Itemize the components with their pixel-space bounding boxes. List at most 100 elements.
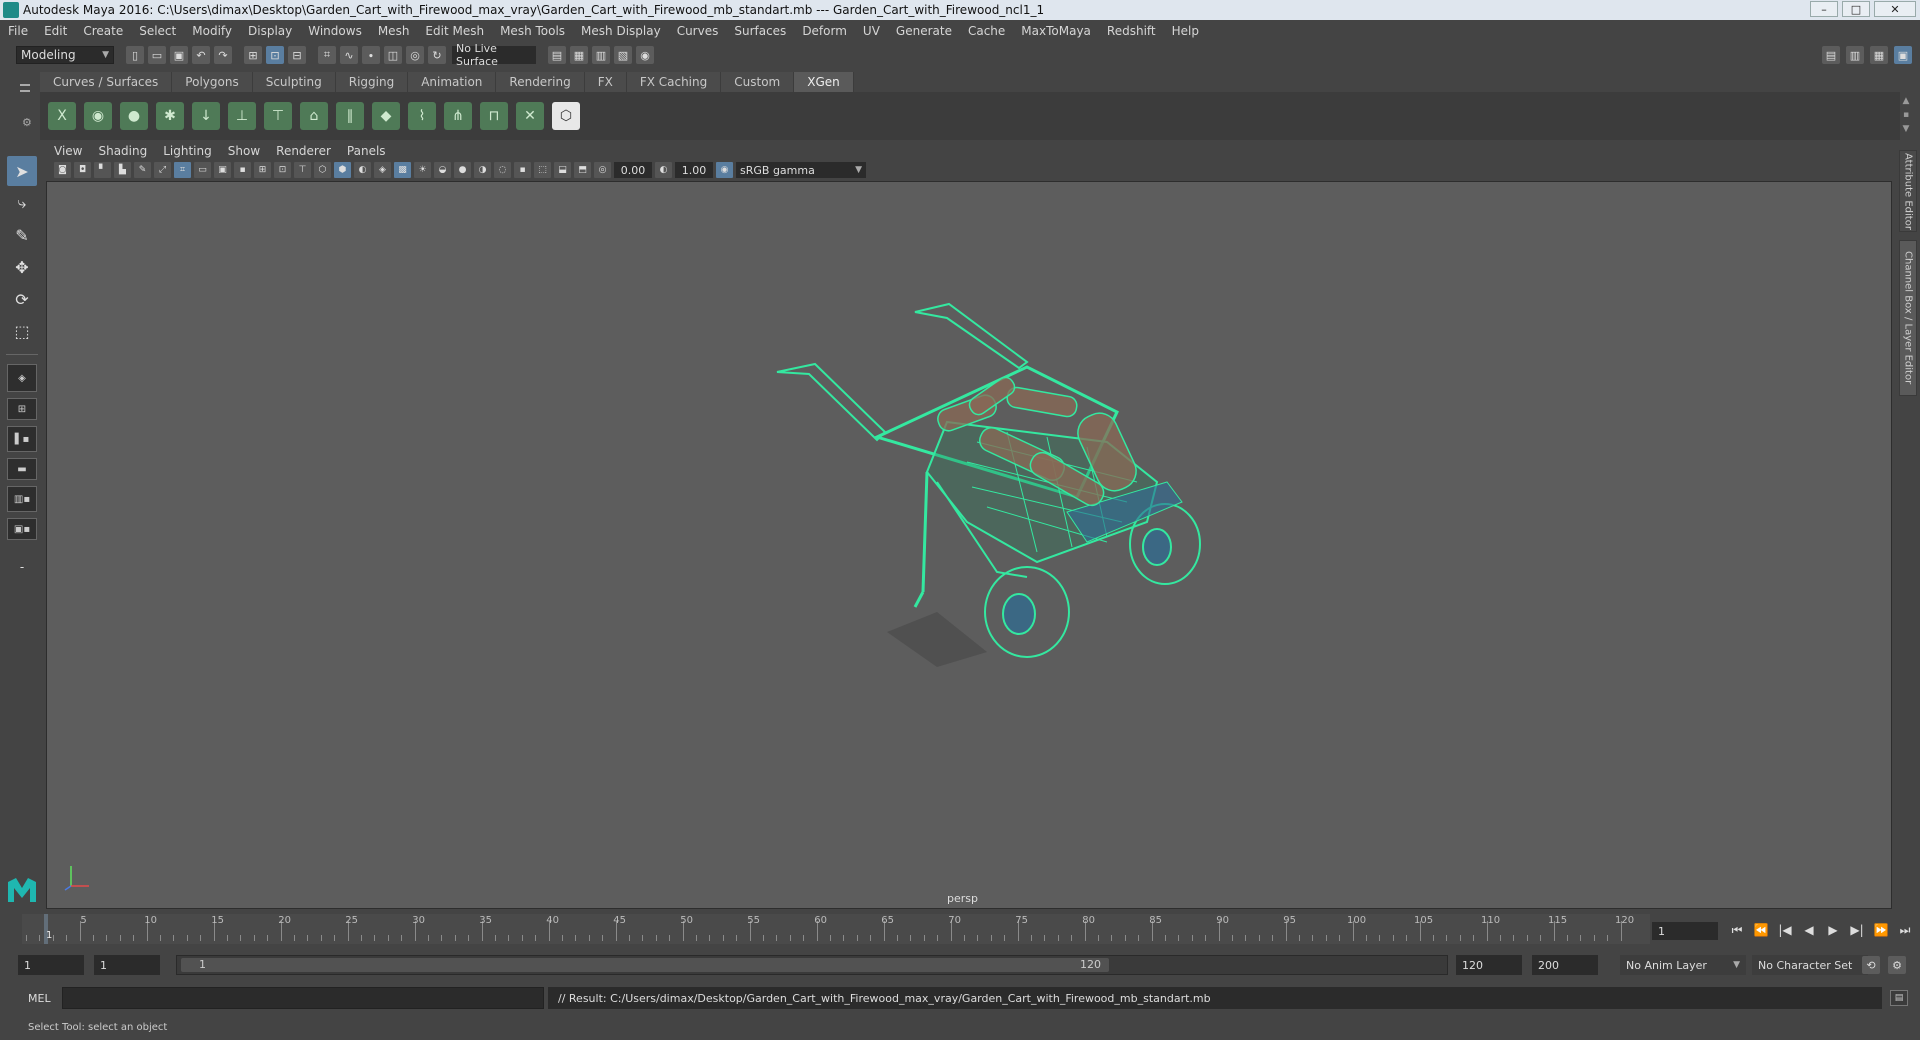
xray-joints-icon[interactable]: ⬓ xyxy=(554,162,571,178)
anti-aliasing-icon[interactable]: ▪ xyxy=(514,162,531,178)
menu-deform[interactable]: Deform xyxy=(802,24,847,38)
xray-active-components-icon[interactable]: ⬒ xyxy=(574,162,591,178)
xgen-sculpt-guide-icon[interactable]: ⊥ xyxy=(228,102,256,130)
hypershade-icon[interactable]: ◉ xyxy=(636,46,654,64)
menu-mesh[interactable]: Mesh xyxy=(378,24,410,38)
command-input[interactable] xyxy=(62,987,544,1009)
shelf-menu-icon[interactable] xyxy=(20,84,30,92)
gamma-field[interactable]: 1.00 xyxy=(675,162,713,178)
save-scene-icon[interactable]: ▣ xyxy=(170,46,188,64)
garden-cart-wireframe[interactable] xyxy=(727,292,1227,672)
menu-edit-mesh[interactable]: Edit Mesh xyxy=(425,24,484,38)
auto-key-icon[interactable]: ⟲ xyxy=(1862,956,1880,974)
motion-blur-icon[interactable]: ◌ xyxy=(494,162,511,178)
tool-settings-toggle-icon[interactable]: ▦ xyxy=(1870,46,1888,64)
field-chart-icon[interactable]: ⊞ xyxy=(254,162,271,178)
isolate-select-icon[interactable]: ⬚ xyxy=(534,162,551,178)
xgen-add-guides-icon[interactable]: ✱ xyxy=(156,102,184,130)
panel-menu-shading[interactable]: Shading xyxy=(98,144,147,158)
tab-fx-caching[interactable]: FX Caching xyxy=(626,72,722,92)
attribute-editor-toggle-icon[interactable]: ▥ xyxy=(1846,46,1864,64)
go-to-start-button[interactable]: ⏮ xyxy=(1728,921,1746,939)
rotate-tool-icon[interactable]: ⟳ xyxy=(7,284,37,314)
film-gate-icon[interactable]: ▭ xyxy=(194,162,211,178)
hypershade-persp-layout-icon[interactable]: ▥▪ xyxy=(7,486,37,512)
time-slider-track[interactable]: 1 5 10 15 20 25 30 35 40 45 50 55 60 65 70 75 80 85 90 95 1… xyxy=(22,914,1650,944)
wireframe-on-shaded-icon[interactable]: ◈ xyxy=(374,162,391,178)
play-backwards-button[interactable]: ◀ xyxy=(1800,921,1818,939)
xgen-remove-guide-icon[interactable]: ✕ xyxy=(516,102,544,130)
menu-maxtomaya[interactable]: MaxToMaya xyxy=(1021,24,1091,38)
select-object-icon[interactable]: ⊡ xyxy=(266,46,284,64)
attribute-editor-tab[interactable]: Attribute Editor xyxy=(1899,150,1917,232)
script-language-toggle[interactable]: MEL xyxy=(28,992,51,1005)
safe-action-icon[interactable]: ⊡ xyxy=(274,162,291,178)
script-editor-icon[interactable]: ▤ xyxy=(1890,990,1908,1006)
modeling-toolkit-icon[interactable]: ▤ xyxy=(1822,46,1840,64)
tab-xgen[interactable]: XGen xyxy=(794,72,854,92)
menu-windows[interactable]: Windows xyxy=(308,24,362,38)
xgen-bend-guide-icon[interactable]: ⌇ xyxy=(408,102,436,130)
redo-icon[interactable]: ↷ xyxy=(214,46,232,64)
xgen-interactive-groom-icon[interactable]: ⬡ xyxy=(552,102,580,130)
tab-curves-surfaces[interactable]: Curves / Surfaces xyxy=(40,72,173,92)
menu-help[interactable]: Help xyxy=(1172,24,1199,38)
use-all-lights-icon[interactable]: ◒ xyxy=(434,162,451,178)
panel-menu-panels[interactable]: Panels xyxy=(347,144,386,158)
grease-pencil-icon[interactable]: ✎ xyxy=(134,162,151,178)
menu-edit[interactable]: Edit xyxy=(44,24,67,38)
xgen-rebuild-guides-icon[interactable]: ∥ xyxy=(336,102,364,130)
snap-curve-icon[interactable]: ∿ xyxy=(340,46,358,64)
render-frame-icon[interactable]: ▦ xyxy=(570,46,588,64)
tab-fx[interactable]: FX xyxy=(584,72,627,92)
view-transform-dropdown[interactable]: sRGB gamma ▼ xyxy=(736,162,866,178)
step-forward-key-button[interactable]: ⏩ xyxy=(1872,921,1890,939)
menu-create[interactable]: Create xyxy=(83,24,123,38)
menu-select[interactable]: Select xyxy=(139,24,176,38)
grid-icon[interactable]: ⌗ xyxy=(174,162,191,178)
xgen-layer-icon[interactable]: ◆ xyxy=(372,102,400,130)
shelf-scroll[interactable]: ▲ ▪ ▼ xyxy=(1900,96,1912,134)
anim-layer-dropdown[interactable]: No Anim Layer ▼ xyxy=(1620,955,1746,975)
bookmark-icon[interactable]: ▘ xyxy=(94,162,111,178)
ipr-render-icon[interactable]: ▥ xyxy=(592,46,610,64)
xgen-editor-icon[interactable]: X xyxy=(48,102,76,130)
outliner-toggle-icon[interactable]: - xyxy=(7,552,37,582)
live-surface-field[interactable]: No Live Surface xyxy=(452,42,536,68)
select-component-icon[interactable]: ⊟ xyxy=(288,46,306,64)
image-plane-icon[interactable]: ▙ xyxy=(114,162,131,178)
make-live-icon[interactable]: ↻ xyxy=(428,46,446,64)
range-slider-track[interactable]: 1 120 xyxy=(176,955,1448,975)
menu-file[interactable]: File xyxy=(8,24,28,38)
xgen-create-description-icon[interactable]: ● xyxy=(120,102,148,130)
menu-cache[interactable]: Cache xyxy=(968,24,1005,38)
character-set-dropdown[interactable]: No Character Set xyxy=(1752,955,1868,975)
snap-live-icon[interactable]: ◎ xyxy=(406,46,424,64)
exposure-icon[interactable]: ◎ xyxy=(594,162,611,178)
channel-box-toggle-icon[interactable]: ▣ xyxy=(1894,46,1912,64)
color-management-icon[interactable]: ◉ xyxy=(716,162,733,178)
animation-end-field[interactable]: 200 xyxy=(1532,955,1598,975)
play-forwards-button[interactable]: ▶ xyxy=(1824,921,1842,939)
menu-mesh-tools[interactable]: Mesh Tools xyxy=(500,24,565,38)
gear-icon[interactable]: ⚙ xyxy=(22,116,32,129)
panel-menu-lighting[interactable]: Lighting xyxy=(163,144,212,158)
channel-box-layer-editor-tab[interactable]: Channel Box / Layer Editor xyxy=(1899,240,1917,396)
tab-rigging[interactable]: Rigging xyxy=(335,72,409,92)
resolution-gate-icon[interactable]: ▣ xyxy=(214,162,231,178)
maximize-button[interactable]: □ xyxy=(1842,1,1870,17)
render-view-icon[interactable]: ▧ xyxy=(614,46,632,64)
xgen-lengthen-guide-icon[interactable]: ⊤ xyxy=(264,102,292,130)
step-back-key-button[interactable]: ⏪ xyxy=(1752,921,1770,939)
select-tool-icon[interactable]: ➤ xyxy=(7,156,37,186)
go-to-end-button[interactable]: ⏭ xyxy=(1896,921,1914,939)
shadows-icon[interactable]: ● xyxy=(454,162,471,178)
xgen-lock-length-icon[interactable]: ⌂ xyxy=(300,102,328,130)
select-hierarchy-icon[interactable]: ⊞ xyxy=(244,46,262,64)
textured-icon[interactable]: ☀ xyxy=(414,162,431,178)
perspective-viewport[interactable]: persp xyxy=(46,181,1892,909)
menu-surfaces[interactable]: Surfaces xyxy=(734,24,786,38)
snap-grid-icon[interactable]: ⌗ xyxy=(318,46,336,64)
minimize-button[interactable]: – xyxy=(1810,1,1838,17)
menu-redshift[interactable]: Redshift xyxy=(1107,24,1156,38)
